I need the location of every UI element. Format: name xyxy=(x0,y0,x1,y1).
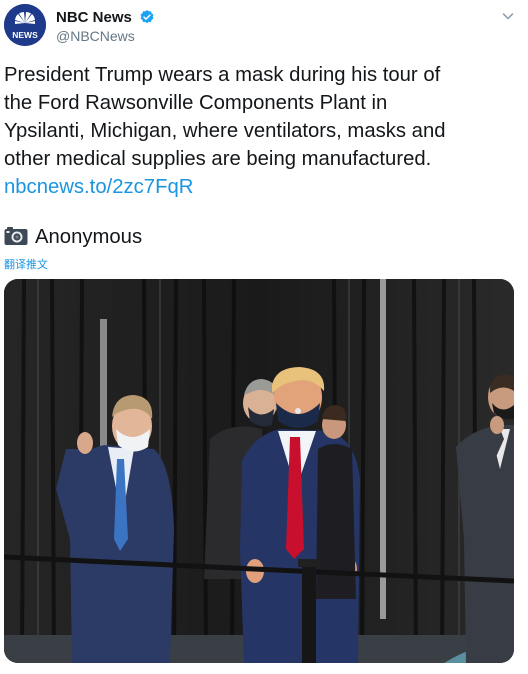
chevron-down-icon[interactable] xyxy=(500,8,516,24)
tweet-text-line: other medical supplies are being manufac… xyxy=(4,148,432,170)
tweet-text-line: President Trump wears a mask during his … xyxy=(4,64,441,86)
barrier-post xyxy=(302,563,316,663)
tweet-card: NEWS NBC News @NBCNews President Trump w… xyxy=(0,0,528,674)
tweet-text-line: the Ford Rawsonville Components Plant in xyxy=(4,92,388,114)
tweet-text: President Trump wears a mask during his … xyxy=(4,61,519,201)
tweet-header: NEWS NBC News @NBCNews xyxy=(4,4,520,46)
photo-credit: Anonymous xyxy=(4,223,142,251)
tweet-photo[interactable] xyxy=(4,279,514,663)
camera-icon xyxy=(4,227,28,245)
photo-image xyxy=(4,279,514,663)
translate-tweet-link[interactable]: 翻译推文 xyxy=(4,256,48,272)
avatar-label: NEWS xyxy=(12,30,38,40)
verified-badge-icon xyxy=(140,10,154,24)
tweet-link[interactable]: nbcnews.to/2zc7FqR xyxy=(4,173,519,201)
display-name-text: NBC News xyxy=(56,9,132,26)
display-name[interactable]: NBC News xyxy=(56,9,155,26)
stanchion-pole xyxy=(380,279,386,619)
photo-credit-name: Anonymous xyxy=(35,226,143,248)
account-handle[interactable]: @NBCNews xyxy=(56,28,135,44)
nbc-peacock-logo-icon: NEWS xyxy=(4,4,46,46)
avatar[interactable]: NEWS xyxy=(4,4,46,46)
tweet-text-line: Ypsilanti, Michigan, where ventilators, … xyxy=(4,120,446,142)
